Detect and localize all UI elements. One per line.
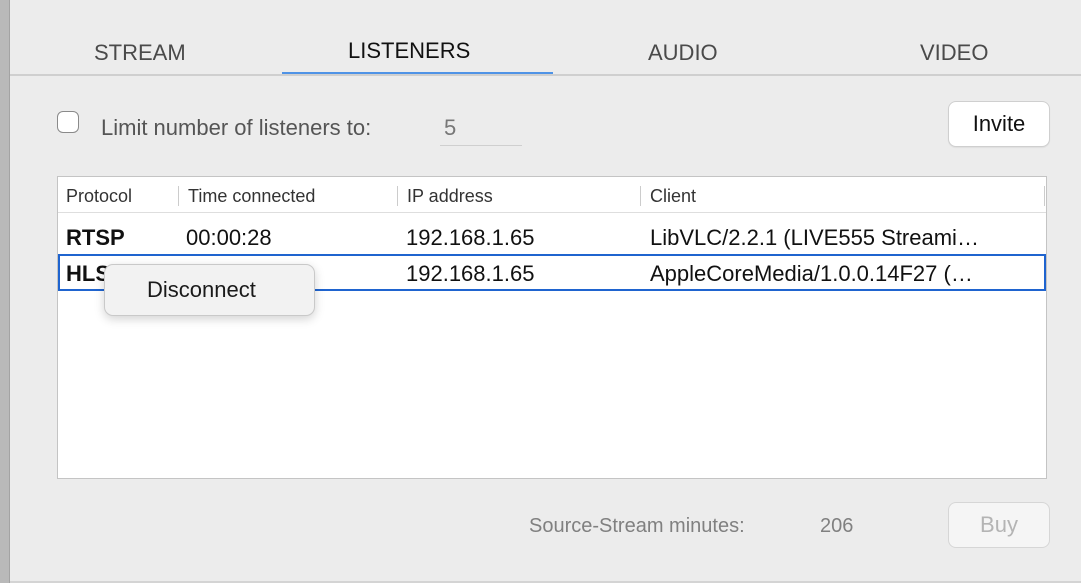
buy-button: Buy bbox=[948, 502, 1050, 548]
cell-ip-address: 192.168.1.65 bbox=[406, 225, 535, 250]
limit-listeners-checkbox[interactable] bbox=[57, 111, 79, 133]
tab-bar: STREAM LISTENERS AUDIO VIDEO bbox=[10, 0, 1081, 76]
cell-time-connected: 00:00:28 bbox=[186, 225, 272, 250]
column-separator[interactable] bbox=[640, 186, 641, 206]
column-header-client[interactable]: Client bbox=[650, 185, 696, 207]
listeners-table: Protocol Time connected IP address Clien… bbox=[57, 176, 1047, 479]
table-header: Protocol Time connected IP address Clien… bbox=[58, 177, 1046, 213]
tab-audio[interactable]: AUDIO bbox=[648, 38, 718, 68]
column-header-protocol[interactable]: Protocol bbox=[66, 185, 132, 207]
disconnect-menu-item[interactable]: Disconnect bbox=[147, 275, 256, 305]
column-separator[interactable] bbox=[397, 186, 398, 206]
invite-button[interactable]: Invite bbox=[948, 101, 1050, 147]
tab-listeners[interactable]: LISTENERS bbox=[348, 36, 470, 66]
cell-client: LibVLC/2.2.1 (LIVE555 Streami… bbox=[650, 225, 979, 250]
column-separator[interactable] bbox=[1044, 186, 1045, 206]
tab-video[interactable]: VIDEO bbox=[920, 38, 988, 68]
source-stream-minutes-value: 206 bbox=[820, 515, 854, 537]
limit-listeners-label: Limit number of listeners to: bbox=[101, 115, 372, 140]
column-header-ip-address[interactable]: IP address bbox=[407, 185, 493, 207]
tab-stream[interactable]: STREAM bbox=[94, 38, 186, 68]
listener-limit-field[interactable]: 5 bbox=[440, 110, 522, 146]
table-row[interactable]: RTSP 00:00:28 192.168.1.65 LibVLC/2.2.1 … bbox=[58, 218, 1046, 255]
cell-client: AppleCoreMedia/1.0.0.14F27 (… bbox=[650, 261, 973, 286]
tab-divider bbox=[10, 74, 1081, 76]
context-menu: Disconnect bbox=[104, 264, 315, 316]
column-header-time-connected[interactable]: Time connected bbox=[188, 185, 315, 207]
window-edge bbox=[0, 0, 10, 583]
cell-protocol: RTSP bbox=[66, 225, 125, 250]
listener-limit-value: 5 bbox=[444, 115, 457, 140]
column-separator[interactable] bbox=[178, 186, 179, 206]
cell-ip-address: 192.168.1.65 bbox=[406, 261, 535, 286]
source-stream-minutes-label: Source-Stream minutes: bbox=[529, 515, 745, 537]
